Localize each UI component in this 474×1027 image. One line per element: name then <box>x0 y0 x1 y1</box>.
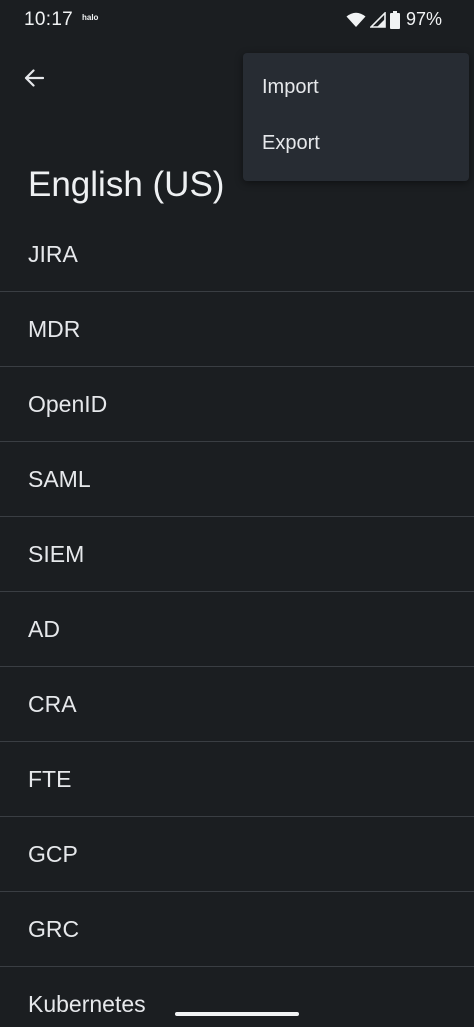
list-item[interactable]: Kubernetes <box>0 967 474 1027</box>
menu-item-export[interactable]: Export <box>243 115 469 171</box>
status-time: 10:17 <box>24 9 74 30</box>
list-item[interactable]: JIRA <box>0 218 474 292</box>
list-item[interactable]: FTE <box>0 742 474 817</box>
list-item[interactable]: GRC <box>0 892 474 967</box>
list-item[interactable]: SIEM <box>0 517 474 592</box>
list-item[interactable]: GCP <box>0 817 474 892</box>
notification-app-icon: halo <box>82 13 99 22</box>
battery-icon <box>389 10 400 29</box>
menu-item-import[interactable]: Import <box>243 59 469 115</box>
word-list: JIRA MDR OpenID SAML SIEM AD CRA FTE GCP… <box>0 218 474 1027</box>
list-item[interactable]: CRA <box>0 667 474 742</box>
list-item[interactable]: AD <box>0 592 474 667</box>
cell-signal-icon <box>369 11 386 28</box>
battery-percent: 97% <box>405 9 442 29</box>
page-title: English (US) <box>28 165 225 204</box>
status-icons: 97% <box>346 9 442 30</box>
list-item[interactable]: SAML <box>0 442 474 517</box>
arrow-back-icon <box>24 68 45 92</box>
overflow-menu: Import Export <box>243 53 469 181</box>
status-bar: 10:17 halo 97% <box>0 0 474 42</box>
list-item[interactable]: OpenID <box>0 367 474 442</box>
wifi-icon <box>346 12 366 28</box>
screen: 10:17 halo 97% English (US) JIRA MDR Ope… <box>0 0 474 1027</box>
back-button[interactable] <box>12 58 56 102</box>
navigation-handle[interactable] <box>175 1012 299 1016</box>
list-item[interactable]: MDR <box>0 292 474 367</box>
